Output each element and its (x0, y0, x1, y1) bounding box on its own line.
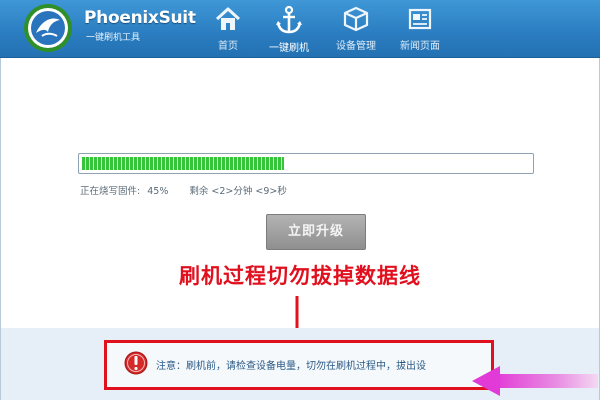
app-subtitle: 一键刷机工具 (86, 33, 141, 43)
nav-device-management-label: 设备管理 (336, 41, 376, 52)
home-icon (215, 7, 241, 30)
remaining-time: 剩余 <2>分钟 <9>秒 (189, 186, 287, 197)
nav-one-click-flash-label: 一键刷机 (269, 43, 309, 54)
flash-status: 正在烧写固件: 45% 剩余 <2>分钟 <9>秒 (80, 183, 287, 197)
news-icon (408, 8, 432, 30)
flash-status-label: 正在烧写固件: (80, 186, 141, 197)
warning-icon (124, 351, 148, 375)
nav-news[interactable]: 新闻页面 (386, 2, 454, 56)
cube-icon (343, 6, 369, 32)
flash-percent: 45% (147, 186, 169, 197)
app-name: PhoenixSuit (84, 8, 196, 28)
nav-device-management[interactable]: 设备管理 (322, 2, 390, 56)
app-header: PhoenixSuit 一键刷机工具 首页 一键刷机 设备管理 新闻页面 (0, 0, 600, 58)
nav-home[interactable]: 首页 (194, 2, 262, 56)
upgrade-now-button[interactable]: 立即升级 (266, 214, 366, 250)
nav-one-click-flash[interactable]: 一键刷机 (255, 2, 323, 56)
pointer-arrow-icon (472, 366, 598, 396)
phoenix-logo-icon (24, 4, 72, 52)
nav-news-label: 新闻页面 (400, 41, 440, 52)
flash-progress-fill (82, 157, 284, 170)
anchor-icon (276, 5, 302, 34)
nav-home-label: 首页 (218, 41, 238, 52)
warning-annotation: 刷机过程切勿拔掉数据线 (179, 264, 421, 288)
flash-progress-bar (78, 153, 534, 174)
notice-text: 注意：刷机前，请检查设备电量，切勿在刷机过程中，拔出设 (156, 361, 426, 372)
